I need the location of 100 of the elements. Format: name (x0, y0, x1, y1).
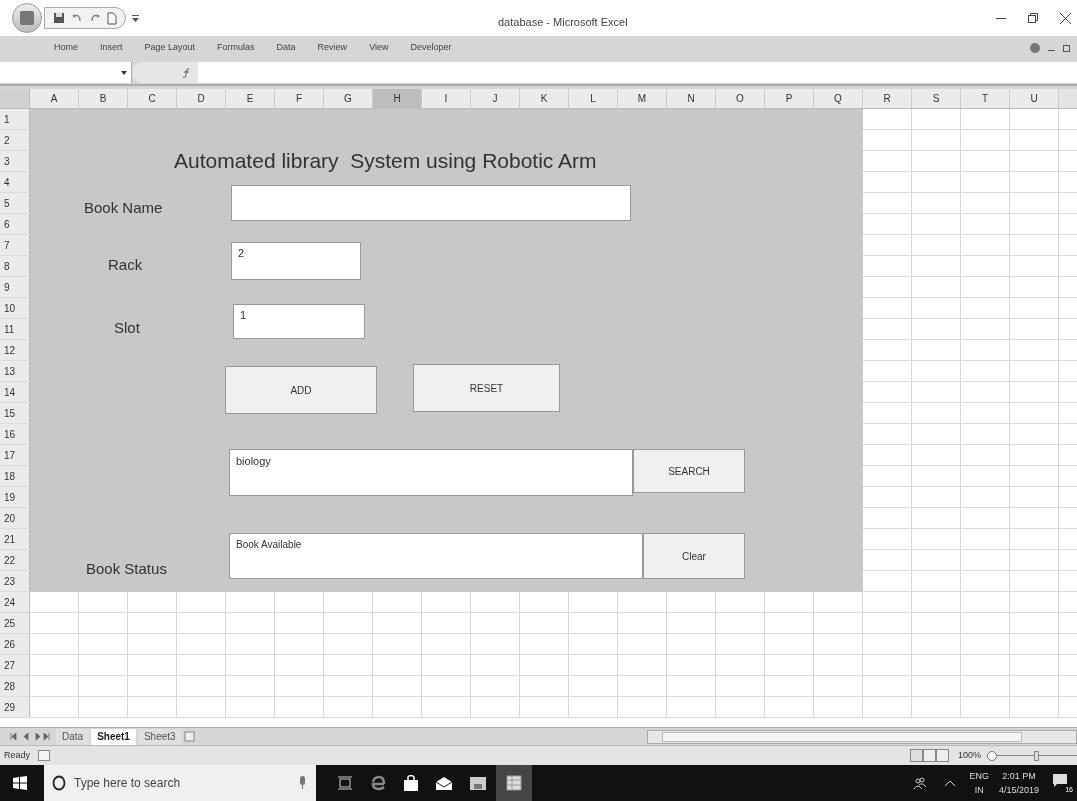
row-header[interactable]: 24 (0, 592, 30, 612)
column-header[interactable]: M (618, 89, 667, 108)
clock-date[interactable]: 4/15/2019 (998, 783, 1039, 797)
slot-input[interactable]: 1 (233, 304, 365, 339)
column-header[interactable]: T (961, 89, 1010, 108)
column-header[interactable]: U (1010, 89, 1059, 108)
horizontal-scrollbar[interactable] (647, 729, 1077, 744)
rack-input[interactable]: 2 (231, 242, 361, 280)
new-document-icon[interactable] (107, 11, 117, 25)
clear-button[interactable]: Clear (643, 533, 745, 579)
row-header[interactable]: 14 (0, 382, 30, 402)
row-header[interactable]: 4 (0, 172, 30, 192)
shopping-bag-icon[interactable] (404, 775, 418, 791)
row-header[interactable]: 10 (0, 298, 30, 318)
close-icon[interactable] (1060, 12, 1071, 24)
column-header[interactable]: E (226, 89, 275, 108)
column-header[interactable]: R (863, 89, 912, 108)
row-header[interactable]: 17 (0, 445, 30, 465)
column-header[interactable]: B (79, 89, 128, 108)
status-output[interactable]: Book Available (229, 533, 643, 579)
function-icon[interactable] (182, 67, 192, 78)
column-header[interactable]: C (128, 89, 177, 108)
mail-icon[interactable] (436, 776, 452, 790)
row-header[interactable]: 29 (0, 697, 30, 717)
reset-button[interactable]: RESET (413, 364, 560, 412)
row-header[interactable]: 12 (0, 340, 30, 360)
sheet-tab[interactable]: Sheet3 (137, 728, 182, 745)
row-header[interactable]: 22 (0, 550, 30, 570)
task-view-icon[interactable] (338, 776, 352, 790)
row-header[interactable]: 25 (0, 613, 30, 633)
region-indicator[interactable]: IN (974, 783, 984, 797)
row-header[interactable]: 19 (0, 487, 30, 507)
restore-icon[interactable] (1028, 13, 1038, 23)
save-icon[interactable] (53, 12, 65, 24)
ribbon-tab[interactable]: Home (54, 41, 78, 55)
row-header[interactable]: 5 (0, 193, 30, 213)
sheet-navigation-icon[interactable] (10, 733, 50, 740)
row-header[interactable]: 26 (0, 634, 30, 654)
sheet-tab[interactable]: Sheet1 (91, 728, 136, 745)
ribbon-tab[interactable]: Formulas (217, 41, 255, 55)
row-header[interactable]: 27 (0, 655, 30, 675)
row-header[interactable]: 7 (0, 235, 30, 255)
ribbon-tab[interactable]: Review (317, 41, 348, 55)
zoom-slider[interactable] (987, 749, 1077, 762)
column-header[interactable]: K (520, 89, 569, 108)
undo-icon[interactable] (71, 12, 83, 24)
row-header[interactable]: 28 (0, 676, 30, 696)
office-button[interactable] (12, 3, 42, 33)
sheet-tab[interactable]: Data (56, 728, 90, 745)
notification-icon[interactable] (1053, 774, 1067, 787)
ribbon-tab[interactable]: Data (276, 41, 296, 55)
row-header[interactable]: 3 (0, 151, 30, 171)
row-header[interactable]: 1 (0, 109, 30, 129)
column-header[interactable]: P (765, 89, 814, 108)
dropdown-icon[interactable] (132, 14, 139, 22)
row-header[interactable]: 6 (0, 214, 30, 234)
column-header[interactable]: I (422, 89, 471, 108)
clock-time[interactable]: 2:01 PM (1002, 769, 1036, 783)
row-header[interactable]: 15 (0, 403, 30, 423)
ribbon-tab[interactable]: Developer (410, 41, 452, 55)
search-button[interactable]: SEARCH (633, 449, 745, 493)
row-header[interactable]: 13 (0, 361, 30, 381)
view-buttons-icon[interactable] (909, 749, 950, 762)
ribbon-tab[interactable]: Insert (100, 41, 123, 55)
folder-icon[interactable] (470, 776, 486, 790)
book-name-input[interactable] (231, 185, 631, 221)
column-header[interactable]: S (912, 89, 961, 108)
spreadsheet-app-icon[interactable] (496, 765, 532, 801)
language-indicator[interactable]: ENG (969, 769, 989, 783)
column-header[interactable]: A (30, 89, 79, 108)
windows-start-icon[interactable] (13, 776, 27, 790)
row-header[interactable]: 21 (0, 529, 30, 549)
formula-input[interactable] (198, 62, 1077, 83)
column-header[interactable]: O (716, 89, 765, 108)
row-header[interactable]: 8 (0, 256, 30, 276)
zoom-slider-thumb[interactable] (1033, 750, 1039, 761)
column-header[interactable]: L (569, 89, 618, 108)
ribbon-tab[interactable]: Page Layout (144, 41, 196, 55)
row-header[interactable]: 11 (0, 319, 30, 339)
row-header[interactable]: 16 (0, 424, 30, 444)
add-button[interactable]: ADD (225, 366, 377, 414)
search-input[interactable]: biology (229, 449, 633, 496)
redo-icon[interactable] (89, 12, 101, 24)
column-header[interactable]: N (667, 89, 716, 108)
column-header[interactable]: Q (814, 89, 863, 108)
column-header[interactable]: F (275, 89, 324, 108)
macro-record-icon[interactable] (38, 750, 50, 761)
chevron-up-icon[interactable] (945, 780, 956, 786)
ribbon-tab[interactable]: View (369, 41, 389, 55)
row-header[interactable]: 20 (0, 508, 30, 528)
column-header[interactable]: D (177, 89, 226, 108)
restore-icon[interactable] (1063, 44, 1071, 52)
row-header[interactable]: 9 (0, 277, 30, 297)
taskbar-search-field[interactable]: Type here to search (44, 765, 316, 801)
people-icon[interactable] (913, 777, 928, 789)
browser-icon[interactable] (370, 775, 386, 791)
column-header[interactable]: G (324, 89, 373, 108)
row-header[interactable]: 2 (0, 130, 30, 150)
column-header[interactable]: H (373, 89, 422, 108)
column-header[interactable]: J (471, 89, 520, 108)
